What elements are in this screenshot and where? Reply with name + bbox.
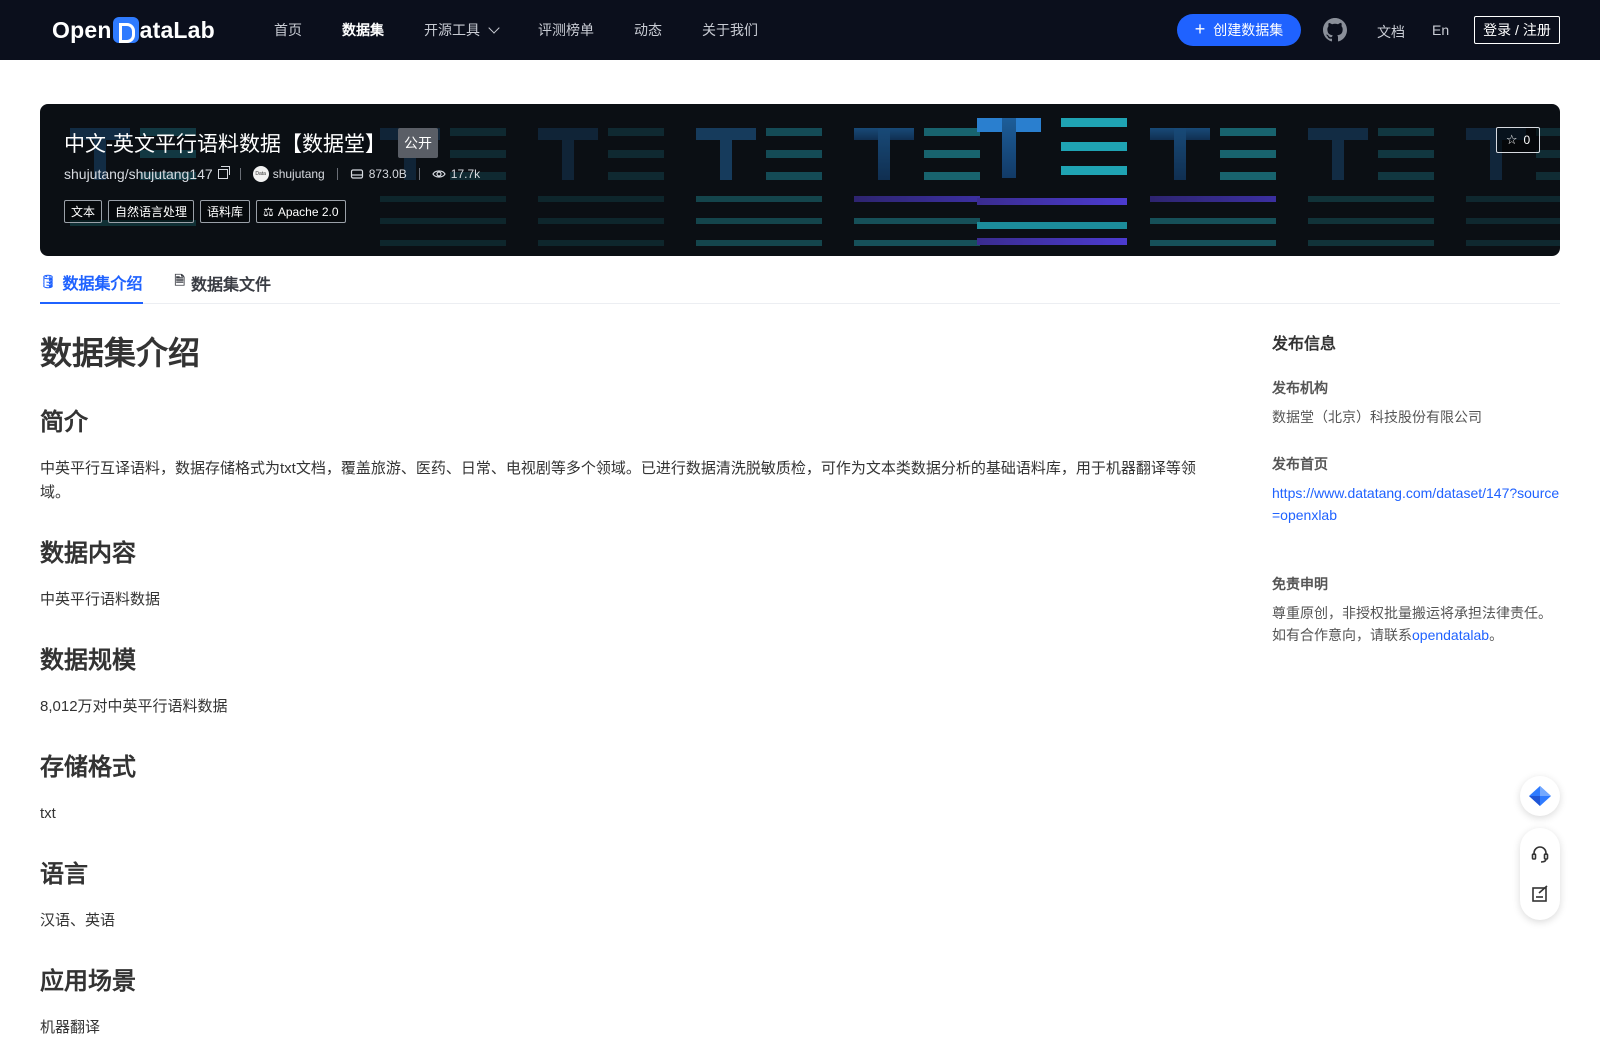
main-nav: 首页 数据集 开源工具 评测榜单 动态 关于我们 [274, 0, 798, 60]
publish-info-panel: 发布信息 发布机构 数据堂（北京）科技股份有限公司 发布首页 https://w… [1272, 330, 1562, 646]
dataset-banner: 中文-英文平行语料数据【数据堂】 公开 shujutang/shujutang1… [40, 104, 1560, 256]
nav-open-tools[interactable]: 开源工具 [424, 20, 500, 40]
plus-icon: + [1194, 18, 1206, 39]
language-switch[interactable]: En [1432, 22, 1449, 38]
tab-dataset-intro-label: 数据集介绍 [62, 276, 143, 293]
dataset-title: 中文-英文平行语料数据【数据堂】 [64, 133, 386, 156]
nav-home-label: 首页 [274, 22, 302, 38]
disclaimer-label: 免责申明 [1272, 576, 1328, 592]
create-dataset-label: 创建数据集 [1213, 22, 1284, 38]
nav-news-label: 动态 [634, 22, 662, 38]
opendatalab-logo[interactable]: Open ataLab [52, 14, 215, 46]
feedback-edit-icon[interactable] [1530, 884, 1550, 904]
dataset-meta: shujutang/shujutang147 Data shujutang 87… [64, 166, 480, 182]
login-register-button[interactable]: 登录 / 注册 [1474, 16, 1560, 44]
copy-icon[interactable] [217, 166, 230, 179]
dataset-repo-path: shujutang/shujutang147 [64, 166, 213, 182]
chevron-down-icon [488, 22, 500, 34]
dataset-title-row: 中文-英文平行语料数据【数据堂】 公开 [64, 128, 438, 158]
section-body: 汉语、英语 [40, 912, 116, 929]
disclaimer-line-1: 尊重原创，非授权批量搬运将承担法律责任。 [1272, 605, 1552, 621]
section-heading: 应用场景 [40, 968, 136, 995]
scale-icon: ⚖ [263, 204, 274, 219]
tag-list: 文本 自然语言处理 语料库 ⚖ Apache 2.0 [64, 200, 352, 223]
create-dataset-button[interactable]: + 创建数据集 [1177, 14, 1301, 46]
nav-datasets-label: 数据集 [342, 22, 384, 38]
section-body: 机器翻译 [40, 1019, 101, 1036]
tag-text[interactable]: 文本 [64, 200, 103, 223]
storage-icon [350, 169, 363, 179]
headset-support-icon[interactable] [1530, 844, 1550, 864]
org-value: 数据堂（北京）科技股份有限公司 [1272, 409, 1482, 425]
dataset-size: 873.0B [368, 167, 407, 181]
top-navbar: Open ataLab 首页 数据集 开源工具 评测榜单 动态 关于我们 + 创… [0, 0, 1600, 60]
tag-nlp[interactable]: 自然语言处理 [108, 200, 195, 223]
page-title: 数据集介绍 [40, 335, 201, 371]
section-body: 中英平行互译语料，数据存储格式为txt文档，覆盖旅游、医药、日常、电视剧等多个领… [40, 460, 1196, 501]
homepage-link[interactable]: https://www.datatang.com/dataset/147?sou… [1272, 482, 1562, 526]
nav-datasets[interactable]: 数据集 [342, 20, 384, 40]
tab-dataset-files-label: 数据集文件 [190, 277, 271, 294]
license-tag[interactable]: ⚖ Apache 2.0 [256, 200, 346, 223]
contact-link[interactable]: opendatalab [1412, 627, 1489, 643]
file-icon: 🗎 [174, 273, 185, 288]
section-heading: 数据内容 [40, 540, 136, 567]
diamond-logo-icon [1529, 786, 1551, 806]
eye-icon [432, 170, 446, 178]
github-icon[interactable] [1323, 18, 1347, 42]
publish-info-title: 发布信息 [1272, 336, 1337, 353]
disclaimer-line-2: 如有合作意向，请联系 [1272, 627, 1412, 643]
logo-d-icon [112, 17, 139, 43]
tab-dataset-files[interactable]: 🗎 数据集文件 [175, 262, 271, 304]
owner-name[interactable]: shujutang [273, 167, 325, 181]
org-label: 发布机构 [1272, 380, 1328, 396]
star-button[interactable]: ☆ 0 [1496, 127, 1540, 153]
homepage-label: 发布首页 [1272, 456, 1328, 472]
logo-text-left: Open [52, 16, 112, 43]
nav-news[interactable]: 动态 [634, 20, 662, 40]
disclaimer-text: 尊重原创，非授权批量搬运将承担法律责任。 如有合作意向，请联系opendatal… [1272, 602, 1562, 646]
divider [336, 168, 338, 180]
tab-dataset-intro[interactable]: 🛢 数据集介绍 [40, 262, 143, 304]
section-body: 中英平行语料数据 [40, 591, 161, 608]
star-count: 0 [1523, 133, 1531, 147]
nav-home[interactable]: 首页 [274, 20, 302, 40]
section-heading: 简介 [40, 409, 88, 436]
divider [418, 168, 420, 180]
nav-leaderboard-label: 评测榜单 [538, 22, 594, 38]
license-label: Apache 2.0 [277, 204, 339, 219]
star-icon: ☆ [1505, 132, 1518, 147]
tag-corpus[interactable]: 语料库 [200, 200, 251, 223]
docs-link[interactable]: 文档 [1377, 22, 1405, 42]
section-heading: 语言 [40, 861, 88, 888]
section-heading: 数据规模 [40, 647, 136, 674]
view-count: 17.7k [450, 167, 481, 181]
section-body: 8,012万对中英平行语料数据 [40, 698, 228, 715]
floating-assistant-button[interactable] [1520, 776, 1560, 816]
section-body: txt [40, 805, 56, 822]
floating-tool-group [1520, 828, 1560, 920]
database-icon: 🛢 [40, 274, 57, 289]
avatar[interactable]: Data [252, 166, 269, 182]
nav-open-tools-label: 开源工具 [424, 22, 480, 38]
visibility-badge: 公开 [398, 128, 438, 158]
section-heading: 存储格式 [40, 754, 136, 781]
nav-about-label: 关于我们 [702, 22, 758, 38]
nav-about[interactable]: 关于我们 [702, 20, 758, 40]
dataset-tabs: 🛢 数据集介绍 🗎 数据集文件 [40, 262, 1560, 304]
disclaimer-end: 。 [1489, 627, 1504, 643]
dataset-readme: 数据集介绍 简介 中英平行互译语料，数据存储格式为txt文档，覆盖旅游、医药、日… [40, 304, 1200, 1040]
logo-text-right: ataLab [139, 16, 215, 43]
divider [239, 168, 241, 180]
nav-leaderboard[interactable]: 评测榜单 [538, 20, 594, 40]
